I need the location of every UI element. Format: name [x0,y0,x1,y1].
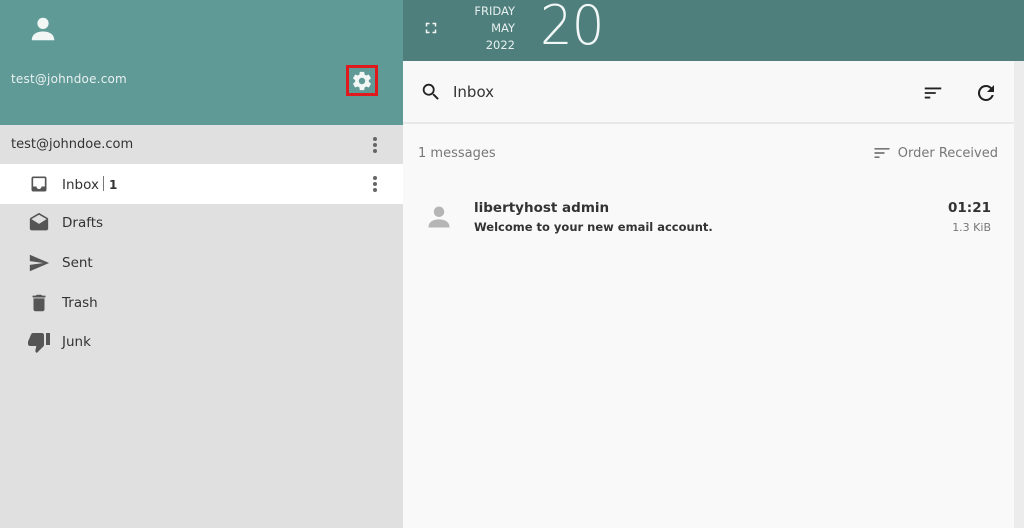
day-of-month: 20 [540,0,604,57]
weekday: FRIDAY [474,4,515,18]
search-input[interactable] [453,77,853,107]
message-count: 1 messages [418,146,496,161]
folder-label: Inbox [62,176,99,193]
sort-icon [874,148,890,158]
sidebar: test@johndoe.com test@johndoe.com Inbox 1 [0,0,403,528]
list-header: 1 messages Order Received [403,124,1014,174]
order-button[interactable]: Order Received [872,143,998,163]
order-label: Order Received [897,145,998,161]
thumbs-down-icon [28,333,50,353]
account-row[interactable]: test@johndoe.com [0,125,403,164]
unread-count: 1 [108,177,118,192]
sort-icon[interactable] [921,82,945,104]
person-icon [428,206,450,228]
settings-button[interactable] [346,65,378,96]
message-row[interactable]: libertyhost admin Welcome to your new em… [403,191,1014,241]
folder-label: Drafts [62,215,104,231]
search-bar [403,61,1014,124]
account-header: test@johndoe.com [0,0,403,125]
message-subject: Welcome to your new email account. [474,220,713,234]
account-menu-button[interactable] [367,135,383,155]
folder-label: Trash [62,295,98,311]
message-time: 01:21 [948,200,991,216]
account-email: test@johndoe.com [11,137,134,152]
folder-trash[interactable]: Trash [0,283,403,323]
refresh-icon[interactable] [974,81,998,105]
folder-inbox[interactable]: Inbox 1 [0,164,403,204]
send-icon [29,254,50,272]
message-size: 1.3 KiB [952,221,991,234]
separator [102,175,104,191]
folder-sent[interactable]: Sent [0,243,403,283]
folder-junk[interactable]: Junk [0,322,403,362]
top-bar: FRIDAY MAY 2022 20 [403,0,1024,61]
inbox-icon [31,176,47,192]
fullscreen-icon[interactable] [422,19,440,37]
header-account-email: test@johndoe.com [11,72,127,86]
more-vert-icon [373,136,377,153]
drafts-icon [29,212,49,231]
scrollbar-track[interactable] [1014,61,1024,528]
folder-drafts[interactable]: Drafts [0,203,403,243]
gear-icon [353,71,371,90]
person-icon [31,17,55,41]
folder-label: Junk [62,334,91,350]
more-vert-icon [373,176,377,192]
message-pane: 1 messages Order Received libertyhost ad… [403,61,1014,528]
message-sender: libertyhost admin [474,200,610,216]
year: 2022 [485,38,515,52]
date-details: FRIDAY MAY 2022 [465,3,515,54]
month: MAY [491,21,515,35]
search-icon[interactable] [420,81,442,103]
folder-menu-button[interactable] [367,174,383,194]
trash-icon [32,294,46,312]
folder-label: Sent [62,255,93,271]
